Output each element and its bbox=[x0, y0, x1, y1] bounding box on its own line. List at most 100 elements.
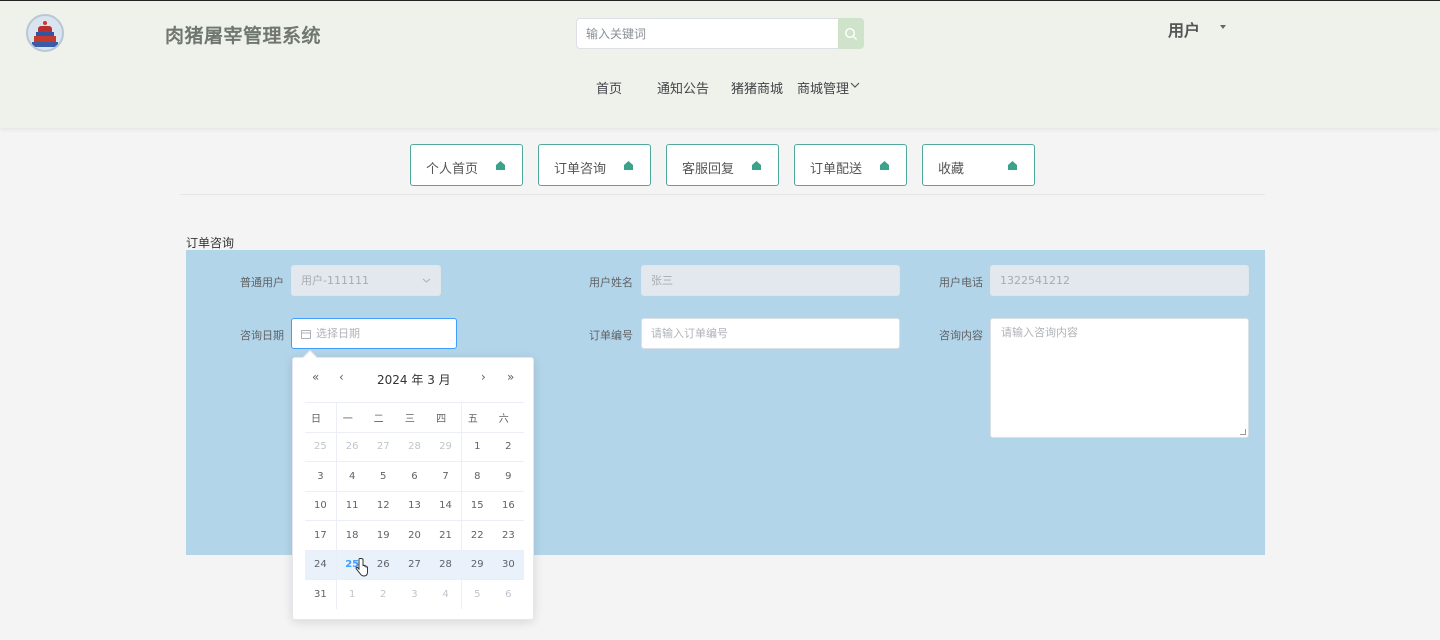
day-cell[interactable]: 28 bbox=[430, 549, 462, 580]
nav-home[interactable]: 首页 bbox=[596, 78, 622, 97]
day-cell[interactable]: 21 bbox=[430, 520, 462, 550]
day-cell[interactable]: 2 bbox=[492, 431, 524, 462]
chevron-down-icon bbox=[422, 278, 431, 283]
day-cell[interactable]: 1 bbox=[335, 579, 368, 609]
phone-label: 用户电话 bbox=[939, 276, 983, 289]
tab-personal-home[interactable]: 个人首页 bbox=[410, 144, 523, 186]
header: 肉猪屠宰管理系统 用户 首页 通知公告 猪猪商城 商城管理 bbox=[0, 0, 1440, 128]
day-cell[interactable]: 24 bbox=[305, 549, 337, 580]
prev-month-icon[interactable]: ‹ bbox=[339, 370, 344, 384]
day-cell[interactable]: 22 bbox=[460, 520, 493, 550]
weekday-header: 日 bbox=[305, 402, 337, 432]
phone-field[interactable]: 1322541212 bbox=[990, 265, 1249, 296]
tab-label: 订单咨询 bbox=[554, 162, 607, 177]
user-menu[interactable]: 用户 bbox=[1168, 17, 1200, 41]
day-cell[interactable]: 30 bbox=[492, 549, 524, 580]
day-cell[interactable]: 5 bbox=[460, 579, 493, 609]
day-cell[interactable]: 26 bbox=[367, 549, 399, 580]
system-title: 肉猪屠宰管理系统 bbox=[165, 25, 322, 47]
day-cell[interactable]: 11 bbox=[335, 490, 368, 521]
calendar-grid: 日一二三四五六 25 26 27 28 29 1 2 3 4 5 6 7 8 9 10 11 12 13 14 15 16… bbox=[305, 402, 524, 609]
next-year-icon[interactable]: » bbox=[507, 370, 514, 384]
order-no-label: 订单编号 bbox=[589, 329, 633, 342]
day-cell[interactable]: 31 bbox=[305, 579, 337, 609]
date-label: 咨询日期 bbox=[240, 329, 284, 342]
day-cell[interactable]: 27 bbox=[398, 549, 431, 580]
day-cell[interactable]: 28 bbox=[398, 431, 431, 462]
tab-label: 收藏 bbox=[938, 162, 965, 177]
day-cell[interactable]: 9 bbox=[492, 461, 524, 491]
house-icon bbox=[496, 161, 505, 170]
date-picker: « ‹ 2024 年 3 月 › » 日一二三四五六 25 26 27 28 29 1 2 3 4… bbox=[292, 349, 534, 620]
day-cell[interactable]: 23 bbox=[492, 520, 524, 550]
day-cell[interactable]: 25 bbox=[305, 431, 337, 462]
chevron-down-icon[interactable] bbox=[850, 81, 860, 89]
day-cell[interactable]: 13 bbox=[398, 490, 431, 521]
tab-order-delivery[interactable]: 订单配送 bbox=[794, 144, 907, 186]
day-cell[interactable]: 27 bbox=[367, 431, 399, 462]
day-cell[interactable]: 19 bbox=[367, 520, 399, 550]
day-cell[interactable]: 5 bbox=[367, 461, 399, 491]
tab-label: 订单配送 bbox=[810, 162, 863, 177]
name-field[interactable]: 张三 bbox=[641, 265, 900, 296]
calendar-icon bbox=[301, 330, 311, 339]
prev-year-icon[interactable]: « bbox=[312, 370, 319, 384]
name-label: 用户姓名 bbox=[589, 276, 633, 289]
house-icon bbox=[880, 161, 889, 170]
weekday-header: 六 bbox=[492, 402, 524, 432]
weekday-header: 四 bbox=[430, 402, 462, 432]
house-icon bbox=[1008, 161, 1017, 170]
tab-label: 客服回复 bbox=[682, 162, 735, 177]
search-input[interactable] bbox=[576, 18, 838, 49]
picker-month[interactable]: 3 月 bbox=[427, 373, 450, 387]
content-textarea[interactable]: 请输入咨询内容 bbox=[990, 318, 1249, 438]
day-cell[interactable]: 6 bbox=[492, 579, 524, 609]
content-label: 咨询内容 bbox=[939, 329, 983, 342]
day-cell[interactable]: 14 bbox=[430, 490, 462, 521]
day-cell[interactable]: 29 bbox=[460, 549, 493, 580]
house-icon bbox=[752, 161, 761, 170]
house-icon bbox=[624, 161, 633, 170]
day-cell[interactable]: 2 bbox=[367, 579, 399, 609]
day-cell[interactable]: 7 bbox=[430, 461, 462, 491]
resize-handle[interactable] bbox=[1240, 429, 1246, 435]
day-cell[interactable]: 17 bbox=[305, 520, 337, 550]
user-select[interactable]: 用户-111111 bbox=[291, 265, 441, 296]
tab-order-consult[interactable]: 订单咨询 bbox=[538, 144, 651, 186]
tab-favorites[interactable]: 收藏 bbox=[922, 144, 1035, 186]
day-cell[interactable]: 8 bbox=[460, 461, 493, 491]
caret-down-icon[interactable] bbox=[1220, 25, 1226, 29]
day-cell[interactable]: 1 bbox=[460, 431, 493, 462]
day-cell[interactable]: 4 bbox=[430, 579, 462, 609]
day-cell[interactable]: 20 bbox=[398, 520, 431, 550]
next-month-icon[interactable]: › bbox=[481, 370, 486, 384]
search-button[interactable] bbox=[838, 18, 864, 49]
nav-shop-manage[interactable]: 商城管理 bbox=[797, 78, 849, 97]
day-cell[interactable]: 15 bbox=[460, 490, 493, 521]
nav-shop[interactable]: 猪猪商城 bbox=[731, 78, 783, 97]
weekday-header: 五 bbox=[460, 402, 493, 432]
day-cell[interactable]: 6 bbox=[398, 461, 431, 491]
day-cell[interactable]: 16 bbox=[492, 490, 524, 521]
user-select-value: 用户-111111 bbox=[301, 274, 369, 287]
tab-label: 个人首页 bbox=[426, 162, 479, 177]
day-cell[interactable]: 29 bbox=[430, 431, 462, 462]
day-cell[interactable]: 12 bbox=[367, 490, 399, 521]
content-placeholder: 请输入咨询内容 bbox=[1001, 326, 1078, 339]
nav-notice[interactable]: 通知公告 bbox=[657, 78, 709, 97]
tab-service-reply[interactable]: 客服回复 bbox=[666, 144, 779, 186]
day-cell[interactable]: 26 bbox=[335, 431, 368, 462]
day-cell[interactable]: 3 bbox=[305, 461, 337, 491]
picker-year[interactable]: 2024 年 bbox=[377, 373, 423, 387]
day-cell[interactable]: 3 bbox=[398, 579, 431, 609]
picker-title: 2024 年 3 月 bbox=[377, 371, 451, 388]
day-cell[interactable]: 4 bbox=[335, 461, 368, 491]
day-cell[interactable]: 10 bbox=[305, 490, 337, 521]
cursor-icon bbox=[355, 558, 368, 577]
date-input[interactable]: 选择日期 bbox=[291, 318, 457, 349]
search-bar bbox=[576, 18, 864, 49]
logo-icon bbox=[26, 14, 64, 52]
order-no-field[interactable]: 请输入订单编号 bbox=[641, 318, 900, 349]
day-cell[interactable]: 18 bbox=[335, 520, 368, 550]
weekday-header: 一 bbox=[335, 402, 368, 432]
